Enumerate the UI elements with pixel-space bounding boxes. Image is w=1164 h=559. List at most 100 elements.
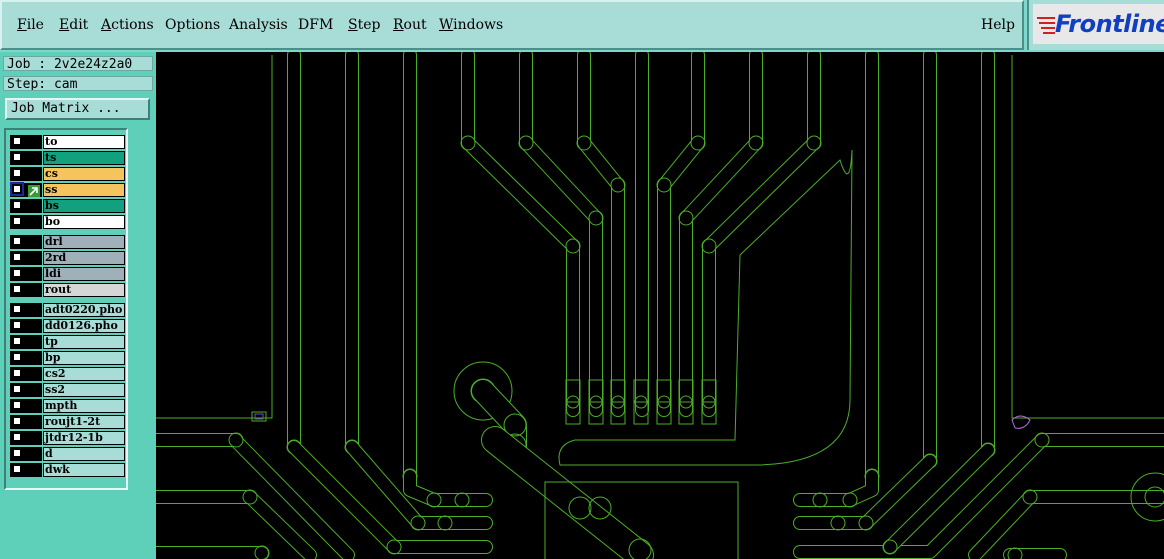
layer-row-adt0220.pho[interactable]: adt0220.pho	[8, 303, 126, 317]
layer-checkbox[interactable]	[12, 448, 22, 458]
layer-row-d[interactable]: d	[8, 447, 126, 461]
logo-area: Frontline	[1027, 0, 1164, 50]
logo-text: Frontline	[1055, 10, 1164, 38]
layer-name[interactable]: adt0220.pho	[43, 303, 125, 317]
layer-name[interactable]: bo	[43, 215, 125, 229]
layer-status	[26, 415, 42, 429]
layer-row-drl[interactable]: drl	[8, 235, 126, 249]
layer-name[interactable]: 2rd	[43, 251, 125, 265]
layer-row-ldi[interactable]: ldi	[8, 267, 126, 281]
layer-status	[26, 319, 42, 333]
layer-checkbox[interactable]	[12, 400, 22, 410]
layer-checkbox[interactable]	[12, 368, 22, 378]
layer-name[interactable]: mpth	[43, 399, 125, 413]
layer-name[interactable]: ss2	[43, 383, 125, 397]
layer-status	[26, 463, 42, 477]
layer-status	[26, 351, 42, 365]
menu-file[interactable]: File	[17, 17, 44, 33]
layer-status	[26, 251, 42, 265]
step-label: Step: cam	[3, 76, 153, 91]
layer-checkbox[interactable]	[12, 236, 22, 246]
layer-checkbox[interactable]	[12, 352, 22, 362]
layer-row-cs[interactable]: cs	[8, 167, 126, 181]
layer-row-bs[interactable]: bs	[8, 199, 126, 213]
layer-checkbox[interactable]	[12, 168, 22, 178]
layer-row-ts[interactable]: ts	[8, 151, 126, 165]
layer-name[interactable]: to	[43, 135, 125, 149]
layer-row-dd0126.pho[interactable]: dd0126.pho	[8, 319, 126, 333]
layer-checkbox[interactable]	[12, 152, 22, 162]
layer-status	[26, 383, 42, 397]
layer-status	[26, 303, 42, 317]
layer-name[interactable]: roujt1-2t	[43, 415, 125, 429]
layer-status	[26, 215, 42, 229]
menu-dfm[interactable]: DFM	[298, 17, 333, 33]
menu-analysis[interactable]: Analysis	[229, 17, 288, 33]
layer-checkbox[interactable]	[12, 268, 22, 278]
marker	[251, 411, 267, 422]
layer-checkbox[interactable]	[12, 304, 22, 314]
menu-help[interactable]: Help	[981, 17, 1015, 33]
layer-row-bp[interactable]: bp	[8, 351, 126, 365]
layer-row-to[interactable]: to	[8, 135, 126, 149]
pcb-drawing[interactable]	[156, 52, 1164, 559]
layer-checkbox[interactable]	[12, 464, 22, 474]
diag-track-right-fill	[969, 491, 1164, 559]
layer-row-ss2[interactable]: ss2	[8, 383, 126, 397]
menu-windows[interactable]: Windows	[439, 17, 503, 33]
job-matrix-button[interactable]: Job Matrix ...	[5, 98, 150, 120]
menu-step[interactable]: Step	[348, 17, 380, 33]
work-layer-arrow-icon	[26, 183, 42, 197]
layer-row-tp[interactable]: tp	[8, 335, 126, 349]
layer-checkbox[interactable]	[12, 336, 22, 346]
layer-name[interactable]: tp	[43, 335, 125, 349]
layer-checkbox[interactable]	[10, 182, 24, 196]
layer-checkbox[interactable]	[12, 136, 22, 146]
layer-name[interactable]: dwk	[43, 463, 125, 477]
layer-row-roujt1-2t[interactable]: roujt1-2t	[8, 415, 126, 429]
menu-options[interactable]: Options	[165, 17, 220, 33]
diag-track-left-fill	[346, 441, 492, 529]
job-label: Job : 2v2e24z2a0	[3, 56, 153, 71]
layer-name[interactable]: cs2	[43, 367, 125, 381]
layer-checkbox[interactable]	[12, 252, 22, 262]
menu-actions[interactable]: Actions	[101, 17, 154, 33]
layer-name[interactable]: ss	[43, 183, 125, 197]
logo-panel: Frontline	[1033, 4, 1164, 44]
layer-name[interactable]: bs	[43, 199, 125, 213]
board-outline	[156, 55, 273, 419]
layer-name[interactable]: ldi	[43, 267, 125, 281]
layer-row-rout[interactable]: rout	[8, 283, 126, 297]
layer-checkbox[interactable]	[12, 432, 22, 442]
layer-status	[26, 335, 42, 349]
layer-name[interactable]: ts	[43, 151, 125, 165]
layer-name[interactable]: bp	[43, 351, 125, 365]
layer-name[interactable]: rout	[43, 283, 125, 297]
layer-status	[26, 151, 42, 165]
menu-rout[interactable]: Rout	[393, 17, 427, 33]
layer-row-2rd[interactable]: 2rd	[8, 251, 126, 265]
diag-track-left	[345, 440, 493, 530]
graphic-canvas[interactable]	[156, 52, 1164, 559]
menu-edit[interactable]: Edit	[59, 17, 88, 33]
layer-checkbox[interactable]	[12, 320, 22, 330]
layer-checkbox[interactable]	[12, 216, 22, 226]
layer-checkbox[interactable]	[12, 384, 22, 394]
layer-row-ss[interactable]: ss	[8, 182, 126, 197]
layer-status	[26, 235, 42, 249]
layer-row-dwk[interactable]: dwk	[8, 463, 126, 477]
layer-row-mpth[interactable]: mpth	[8, 399, 126, 413]
layer-name[interactable]: jtdr12-1b	[43, 431, 125, 445]
layer-row-jtdr12-1b[interactable]: jtdr12-1b	[8, 431, 126, 445]
left-panel: Job : 2v2e24z2a0 Step: cam Job Matrix ..…	[0, 52, 156, 559]
layer-status	[26, 431, 42, 445]
layer-name[interactable]: cs	[43, 167, 125, 181]
layer-row-cs2[interactable]: cs2	[8, 367, 126, 381]
layer-name[interactable]: d	[43, 447, 125, 461]
layer-name[interactable]: drl	[43, 235, 125, 249]
layer-checkbox[interactable]	[12, 284, 22, 294]
layer-row-bo[interactable]: bo	[8, 215, 126, 229]
layer-name[interactable]: dd0126.pho	[43, 319, 125, 333]
layer-checkbox[interactable]	[12, 200, 22, 210]
layer-checkbox[interactable]	[12, 416, 22, 426]
